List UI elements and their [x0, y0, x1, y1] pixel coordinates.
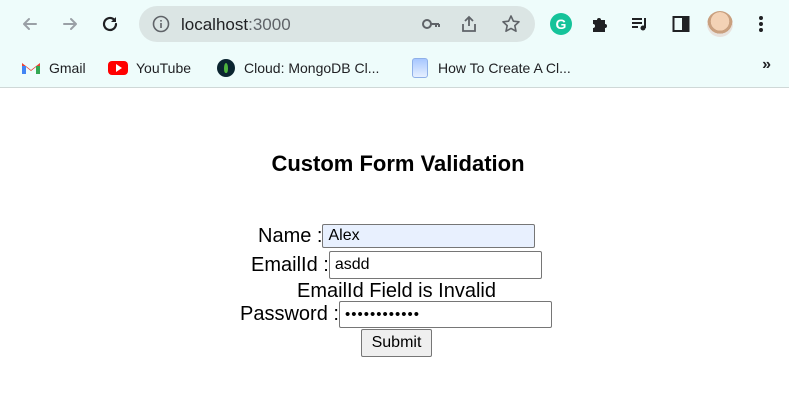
bookmark-blog[interactable]: How To Create A Cl...: [410, 56, 571, 80]
bookmarks-bar: Gmail YouTube Cloud: MongoDB Cl... How T…: [0, 50, 789, 88]
page-title: Custom Form Validation: [271, 151, 525, 176]
email-input[interactable]: asdd: [328, 251, 542, 279]
password-row: Password : ••••••••••••: [240, 301, 552, 328]
page-content: Custom Form Validation Name : Alex Email…: [0, 88, 789, 406]
bookmark-mongodb[interactable]: Cloud: MongoDB Cl...: [216, 56, 379, 80]
url-text[interactable]: localhost:3000: [181, 15, 291, 35]
extensions-button[interactable]: [586, 10, 614, 38]
grammarly-icon: G: [550, 13, 572, 35]
arrow-right-icon: [63, 18, 77, 30]
blog-icon: [410, 58, 430, 78]
reload-button[interactable]: [95, 8, 125, 40]
bookmark-youtube[interactable]: YouTube: [108, 56, 191, 80]
browser-toolbar: localhost:3000 G: [0, 0, 789, 50]
mongodb-icon: [216, 59, 236, 77]
email-label: EmailId :: [251, 253, 329, 276]
menu-button[interactable]: [747, 10, 775, 38]
bookmarks-overflow-button[interactable]: »: [762, 56, 771, 74]
side-panel-button[interactable]: [667, 10, 695, 38]
name-label: Name :: [258, 224, 323, 247]
bookmark-label: Cloud: MongoDB Cl...: [244, 60, 380, 76]
forward-button[interactable]: [55, 8, 85, 40]
star-icon[interactable]: [501, 14, 521, 34]
avatar: [707, 11, 733, 37]
password-input[interactable]: ••••••••••••: [338, 301, 552, 328]
profile-button[interactable]: [706, 10, 734, 38]
youtube-icon: [108, 60, 128, 76]
gmail-icon: [21, 60, 41, 76]
url-host: localhost: [181, 15, 249, 34]
side-panel-icon: [672, 16, 690, 32]
grammarly-extension[interactable]: G: [547, 10, 575, 38]
media-queue-button[interactable]: [626, 10, 654, 38]
name-row: Name : Alex: [258, 224, 536, 248]
password-label: Password :: [240, 303, 339, 325]
reload-icon: [102, 16, 118, 32]
bookmark-label: YouTube: [136, 60, 192, 76]
kebab-menu-icon: [759, 16, 763, 32]
share-icon[interactable]: [459, 14, 479, 34]
email-row: EmailId : asdd: [251, 251, 542, 279]
key-icon[interactable]: [421, 14, 441, 34]
email-error-message: EmailId Field is Invalid: [297, 280, 496, 302]
puzzle-icon: [593, 18, 607, 32]
name-input[interactable]: Alex: [322, 224, 536, 248]
media-queue-icon: [632, 18, 646, 31]
bookmark-label: Gmail: [49, 60, 86, 76]
bookmark-label: How To Create A Cl...: [438, 60, 571, 76]
submit-button[interactable]: Submit: [361, 329, 432, 357]
arrow-left-icon: [23, 18, 37, 30]
address-bar[interactable]: localhost:3000: [139, 6, 535, 42]
back-button[interactable]: [15, 8, 45, 40]
info-icon[interactable]: [151, 14, 171, 34]
url-port: :3000: [248, 15, 291, 34]
bookmark-gmail[interactable]: Gmail: [21, 56, 86, 80]
